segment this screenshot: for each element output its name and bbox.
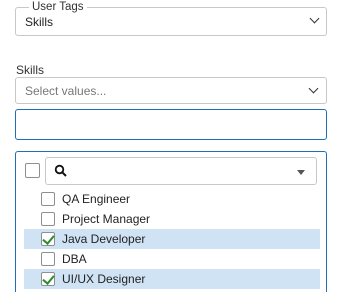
option-label: DBA <box>62 252 87 266</box>
option-row[interactable]: QA Engineer <box>24 189 320 209</box>
option-label: UI/UX Designer <box>62 272 146 286</box>
option-checkbox[interactable] <box>41 232 55 246</box>
option-row[interactable]: Project Manager <box>24 209 320 229</box>
skills-dropdown-panel: QA Engineer Project Manager Java Developer… <box>15 151 327 292</box>
skills-focused-input[interactable] <box>15 109 327 140</box>
option-checkbox[interactable] <box>41 212 55 226</box>
skills-select[interactable]: Select values... <box>15 77 327 104</box>
chevron-down-icon[interactable] <box>308 83 319 94</box>
user-tags-value: Skills <box>25 15 54 29</box>
caret-down-icon[interactable] <box>297 170 305 175</box>
user-tags-select[interactable]: User Tags Skills <box>15 0 327 36</box>
option-row[interactable]: Java Developer <box>24 229 320 249</box>
option-checkbox[interactable] <box>41 192 55 206</box>
user-tags-legend: User Tags <box>29 0 87 14</box>
select-all-checkbox[interactable] <box>25 163 40 178</box>
chevron-down-icon[interactable] <box>309 13 320 24</box>
filter-search-input[interactable] <box>45 157 317 185</box>
option-checkbox[interactable] <box>41 252 55 266</box>
option-label: Project Manager <box>62 212 151 226</box>
skills-placeholder: Select values... <box>25 84 107 98</box>
option-row[interactable]: DBA <box>24 249 320 269</box>
skills-label: Skills <box>16 63 45 77</box>
search-icon <box>54 164 67 177</box>
option-label: QA Engineer <box>62 192 131 206</box>
option-label: Java Developer <box>62 232 146 246</box>
option-row[interactable]: UI/UX Designer <box>24 269 320 289</box>
option-checkbox[interactable] <box>41 272 55 286</box>
